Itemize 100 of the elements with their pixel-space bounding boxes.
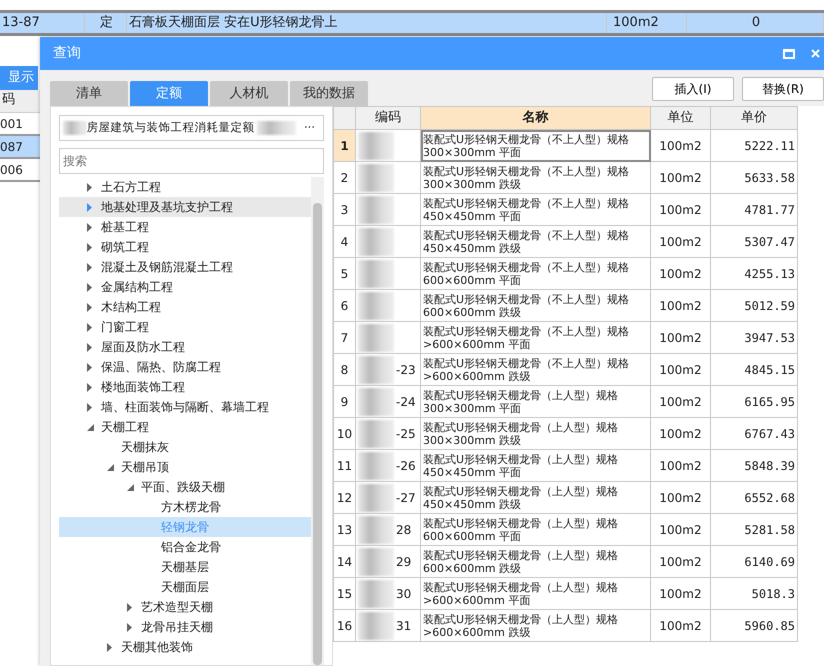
search-field[interactable]: 搜索 [59, 148, 324, 174]
table-cell: 4781.77 [710, 194, 798, 226]
browse-button[interactable]: ··· [296, 119, 323, 137]
collapsed-arrow-icon[interactable] [127, 622, 132, 632]
blurred-region [358, 548, 394, 576]
collapsed-arrow-icon[interactable] [87, 342, 92, 352]
table-cell: 100m2 [650, 162, 710, 194]
row-number[interactable]: 5 [334, 258, 356, 290]
collapsed-arrow-icon[interactable] [87, 262, 92, 272]
collapsed-arrow-icon[interactable] [87, 382, 92, 392]
expanded-arrow-icon[interactable] [127, 482, 134, 492]
tree-item[interactable]: 砌筑工程 [59, 237, 311, 257]
column-header[interactable]: 单价 [710, 106, 798, 130]
table-cell: 装配式U形轻钢天棚龙骨（上人型）规格 600×600mm 跌级 [420, 546, 650, 578]
row-number[interactable]: 15 [334, 578, 356, 610]
collapsed-arrow-icon[interactable] [87, 222, 92, 232]
tree-item[interactable]: 保温、隔热、防腐工程 [59, 357, 311, 377]
library-dropdown[interactable]: 房屋建筑与装饰工程消耗量定额 ··· [59, 115, 324, 141]
row-number[interactable]: 6 [334, 290, 356, 322]
column-header[interactable]: 编码 [356, 106, 420, 130]
collapsed-arrow-icon[interactable] [87, 302, 92, 312]
row-number[interactable]: 11 [334, 450, 356, 482]
table-cell: 6165.95 [710, 386, 798, 418]
row-number[interactable]: 10 [334, 418, 356, 450]
blurred-region [358, 196, 394, 224]
tree-item[interactable]: 天棚工程 [59, 417, 311, 437]
tree-item[interactable]: 楼地面装饰工程 [59, 377, 311, 397]
blurred-region [358, 356, 394, 384]
table-cell: 100m2 [650, 610, 710, 642]
tree-item[interactable]: 墙、柱面装饰与隔断、幕墙工程 [59, 397, 311, 417]
row-number[interactable]: 3 [334, 194, 356, 226]
collapsed-arrow-icon[interactable] [87, 362, 92, 372]
table-cell: 装配式U形轻钢天棚龙骨（不上人型）规格 300×300mm 跌级 [420, 162, 650, 194]
column-header[interactable]: 单位 [650, 106, 710, 130]
tree-item[interactable]: 天棚面层 [59, 577, 311, 597]
table-cell: 100m2 [650, 354, 710, 386]
tree-item[interactable]: 土石方工程 [59, 177, 311, 197]
tab[interactable]: 清单 [50, 81, 128, 106]
row-number[interactable]: 16 [334, 610, 356, 642]
tree-item[interactable]: 艺术造型天棚 [59, 597, 311, 617]
expanded-arrow-icon[interactable] [87, 422, 94, 432]
row-number[interactable]: 8 [334, 354, 356, 386]
row-number[interactable]: 12 [334, 482, 356, 514]
table-cell: 100m2 [650, 546, 710, 578]
action-button[interactable]: 插入(I) [652, 77, 734, 101]
collapsed-arrow-icon[interactable] [127, 602, 132, 612]
row-number[interactable]: 2 [334, 162, 356, 194]
table-cell: 100m2 [650, 450, 710, 482]
tree-item[interactable]: 地基处理及基坑支护工程 [59, 197, 311, 217]
library-name: 房屋建筑与装饰工程消耗量定额 [86, 119, 255, 136]
collapsed-arrow-icon[interactable] [87, 242, 92, 252]
table-row[interactable]: 13-87 定 石膏板天棚面层 安在U形轻钢龙骨上 100m2 0 [0, 13, 824, 36]
tree-item[interactable]: 金属结构工程 [59, 277, 311, 297]
table-cell: 100m2 [650, 418, 710, 450]
tree-item[interactable]: 木结构工程 [59, 297, 311, 317]
blurred-region [358, 292, 394, 320]
table-cell: 装配式U形轻钢天棚龙骨（上人型）规格 450×450mm 平面 [420, 450, 650, 482]
table-cell-text: 31 [396, 618, 412, 634]
table-cell-text: 定 [100, 14, 113, 32]
close-icon[interactable] [811, 49, 820, 58]
blurred-region [358, 420, 394, 448]
collapsed-arrow-icon[interactable] [87, 202, 92, 212]
tree-item[interactable]: 平面、跌级天棚 [59, 477, 311, 497]
table-cell: 装配式U形轻钢天棚龙骨（不上人型）规格 300×300mm 平面 [420, 130, 650, 162]
row-number[interactable]: 9 [334, 386, 356, 418]
tree-item[interactable]: 混凝土及钢筋混凝土工程 [59, 257, 311, 277]
tab[interactable]: 人材机 [210, 81, 288, 106]
column-header[interactable]: 名称 [420, 106, 650, 130]
row-number[interactable]: 1 [334, 130, 356, 162]
table-cell: 5960.85 [710, 610, 798, 642]
table-cell-text: 006 [0, 162, 23, 178]
collapsed-arrow-icon[interactable] [87, 402, 92, 412]
tree-item[interactable]: 天棚抹灰 [59, 437, 311, 457]
table-row[interactable]: 087 [0, 136, 40, 159]
tab[interactable]: 我的数据 [290, 81, 368, 106]
row-number[interactable]: 7 [334, 322, 356, 354]
scrollbar[interactable] [311, 177, 324, 665]
tree-item[interactable]: 方木楞龙骨 [59, 497, 311, 517]
collapsed-arrow-icon[interactable] [107, 642, 112, 652]
collapsed-arrow-icon[interactable] [87, 322, 92, 332]
tree-item[interactable]: 天棚吊顶 [59, 457, 311, 477]
expanded-arrow-icon[interactable] [107, 462, 114, 472]
row-number[interactable]: 4 [334, 226, 356, 258]
tree-item[interactable]: 天棚其他装饰 [59, 637, 311, 657]
row-number[interactable]: 13 [334, 514, 356, 546]
row-number[interactable]: 14 [334, 546, 356, 578]
table-cell: 装配式U形轻钢天棚龙骨（上人型）规格 600×600mm 平面 [420, 514, 650, 546]
tree-item[interactable]: 桩基工程 [59, 217, 311, 237]
maximize-icon[interactable] [783, 48, 795, 58]
tree-item[interactable]: 屋面及防水工程 [59, 337, 311, 357]
action-button[interactable]: 替换(R) [742, 77, 824, 101]
tree-item[interactable]: 天棚基层 [59, 557, 311, 577]
blurred-region [358, 612, 394, 640]
table-cell: 100m2 [650, 322, 710, 354]
collapsed-arrow-icon[interactable] [87, 282, 92, 292]
tree-item[interactable]: 龙骨吊挂天棚 [59, 617, 311, 637]
tree-item[interactable]: 门窗工程 [59, 317, 311, 337]
table-cell: 100m2 [650, 482, 710, 514]
tree-item[interactable]: 铝合金龙骨 [59, 537, 311, 557]
collapsed-arrow-icon[interactable] [87, 182, 92, 192]
